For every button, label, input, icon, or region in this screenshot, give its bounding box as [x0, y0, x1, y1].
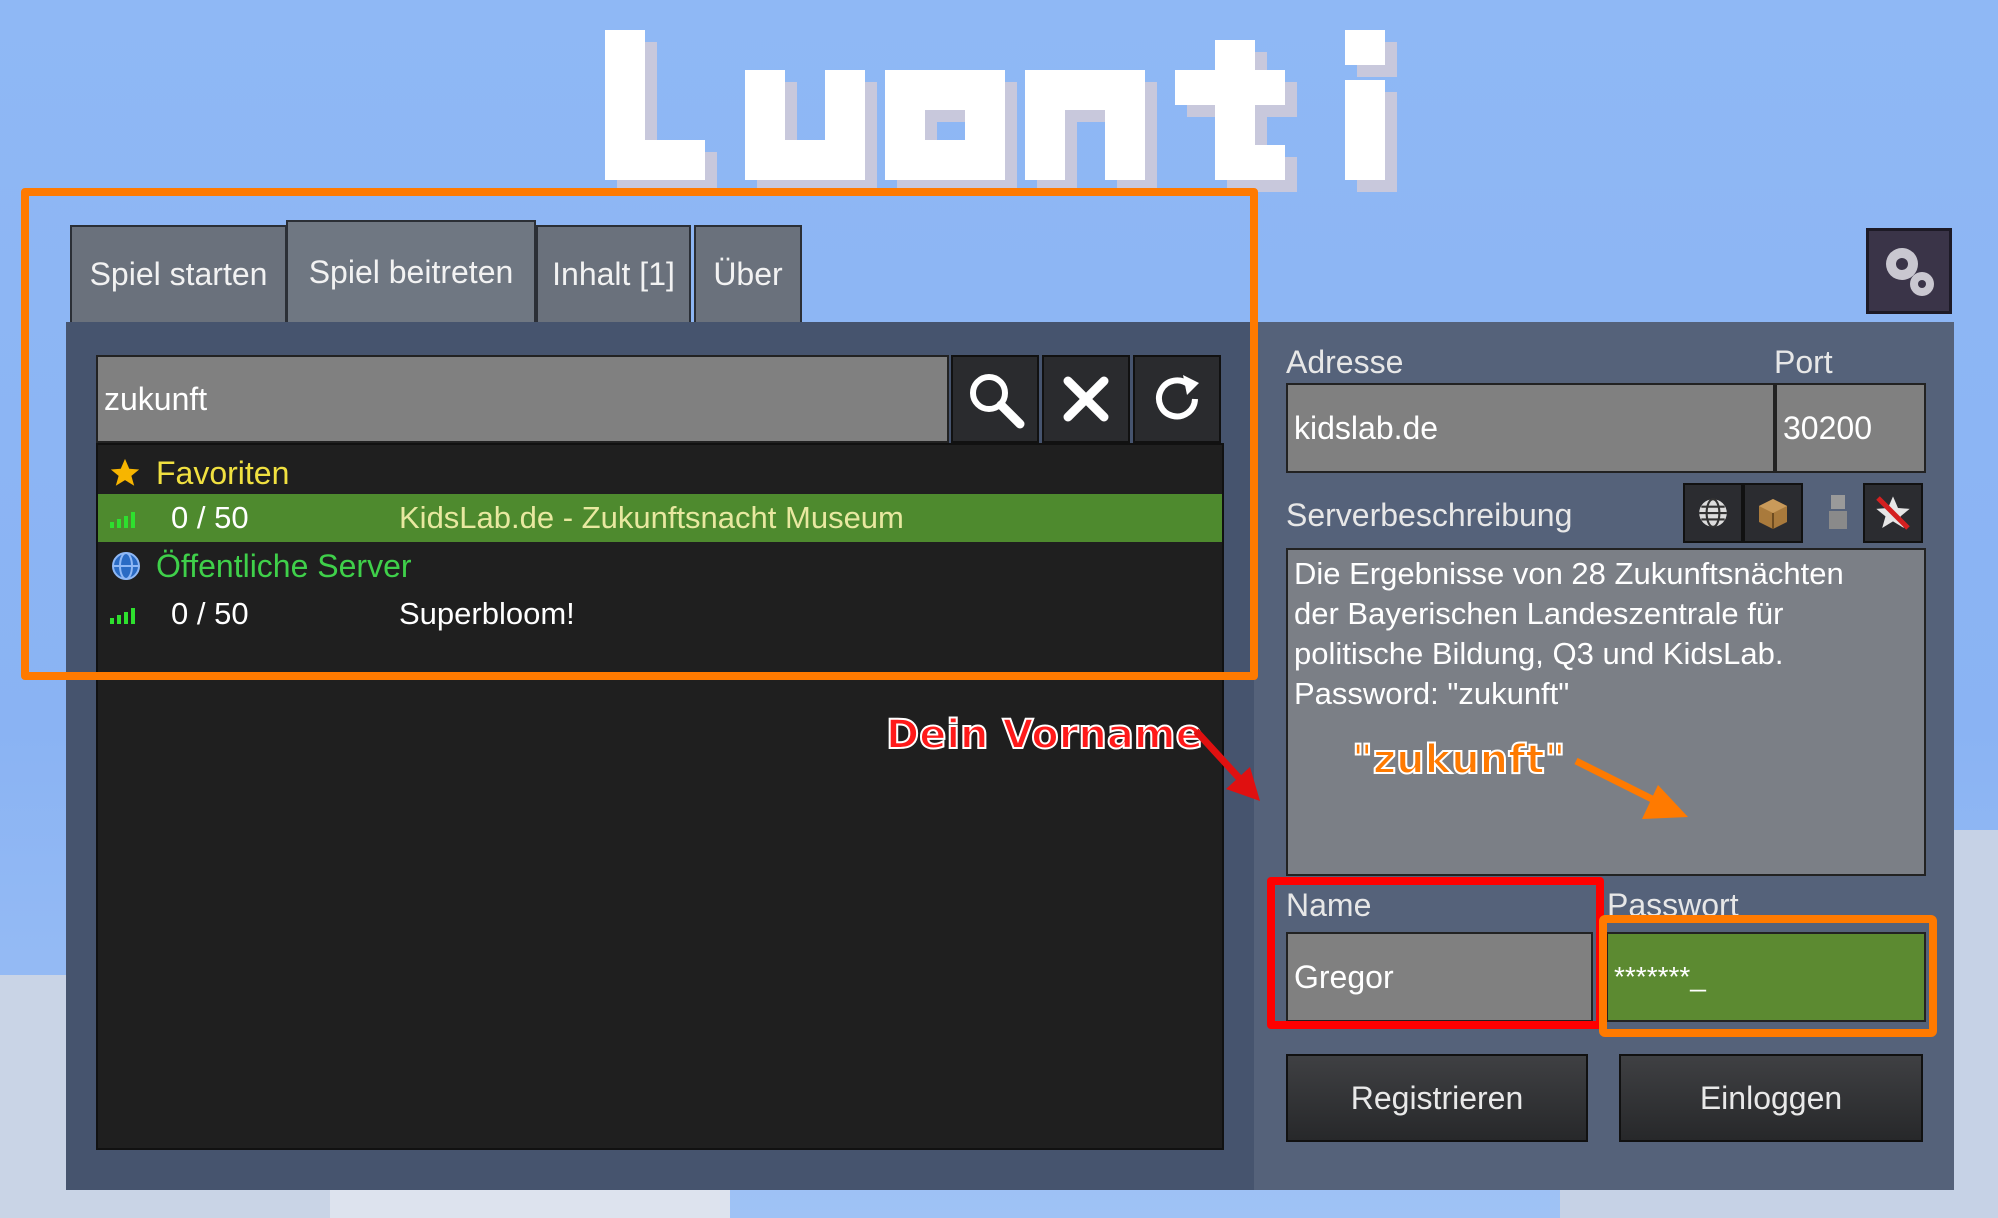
password-hint: "zukunft"	[1351, 736, 1567, 784]
luanti-main-menu: { "app": {"logo_text": "Luanti"}, "tabs"…	[0, 0, 1998, 1218]
register-label: Registrieren	[1350, 1079, 1524, 1116]
description-line: Password: "zukunft"	[1294, 676, 1570, 711]
player-icon	[1818, 487, 1858, 537]
server-mods-button[interactable]	[1743, 483, 1803, 543]
address-label: Adresse	[1286, 344, 1404, 380]
red-arrow-icon	[1193, 728, 1260, 801]
login-button[interactable]: Einloggen	[1619, 1054, 1923, 1142]
description-line: Die Ergebnisse von 28 Zukunftsnächten	[1294, 556, 1844, 591]
port-value: 30200	[1783, 409, 1872, 446]
orange-arrow-icon	[1574, 757, 1688, 819]
highlight-password-field	[1599, 915, 1937, 1037]
register-button[interactable]: Registrieren	[1286, 1054, 1588, 1142]
highlight-name-field	[1267, 877, 1604, 1029]
address-value: kidslab.de	[1294, 409, 1439, 446]
login-label: Einloggen	[1699, 1079, 1843, 1116]
address-input[interactable]: kidslab.de	[1286, 383, 1775, 473]
server-description: Die Ergebnisse von 28 Zukunftsnächten de…	[1286, 548, 1926, 876]
gears-icon	[1886, 248, 1934, 296]
port-label: Port	[1774, 344, 1833, 380]
settings-button[interactable]	[1866, 228, 1952, 314]
cloud	[330, 1190, 730, 1218]
luanti-logo	[605, 30, 1397, 192]
package-icon	[1759, 499, 1787, 529]
description-line: politische Bildung, Q3 und KidsLab.	[1294, 636, 1784, 671]
server-description-label: Serverbeschreibung	[1286, 497, 1573, 533]
port-input[interactable]: 30200	[1775, 383, 1926, 473]
star-remove-icon	[1876, 496, 1910, 530]
description-line: der Bayerischen Landeszentrale für	[1294, 596, 1784, 631]
favorite-toggle-button[interactable]	[1863, 483, 1923, 543]
server-website-button[interactable]	[1683, 483, 1743, 543]
highlight-tabs-and-servers	[21, 188, 1258, 680]
first-name-hint: Dein Vorname	[885, 711, 1204, 759]
globe-icon	[1699, 498, 1727, 528]
